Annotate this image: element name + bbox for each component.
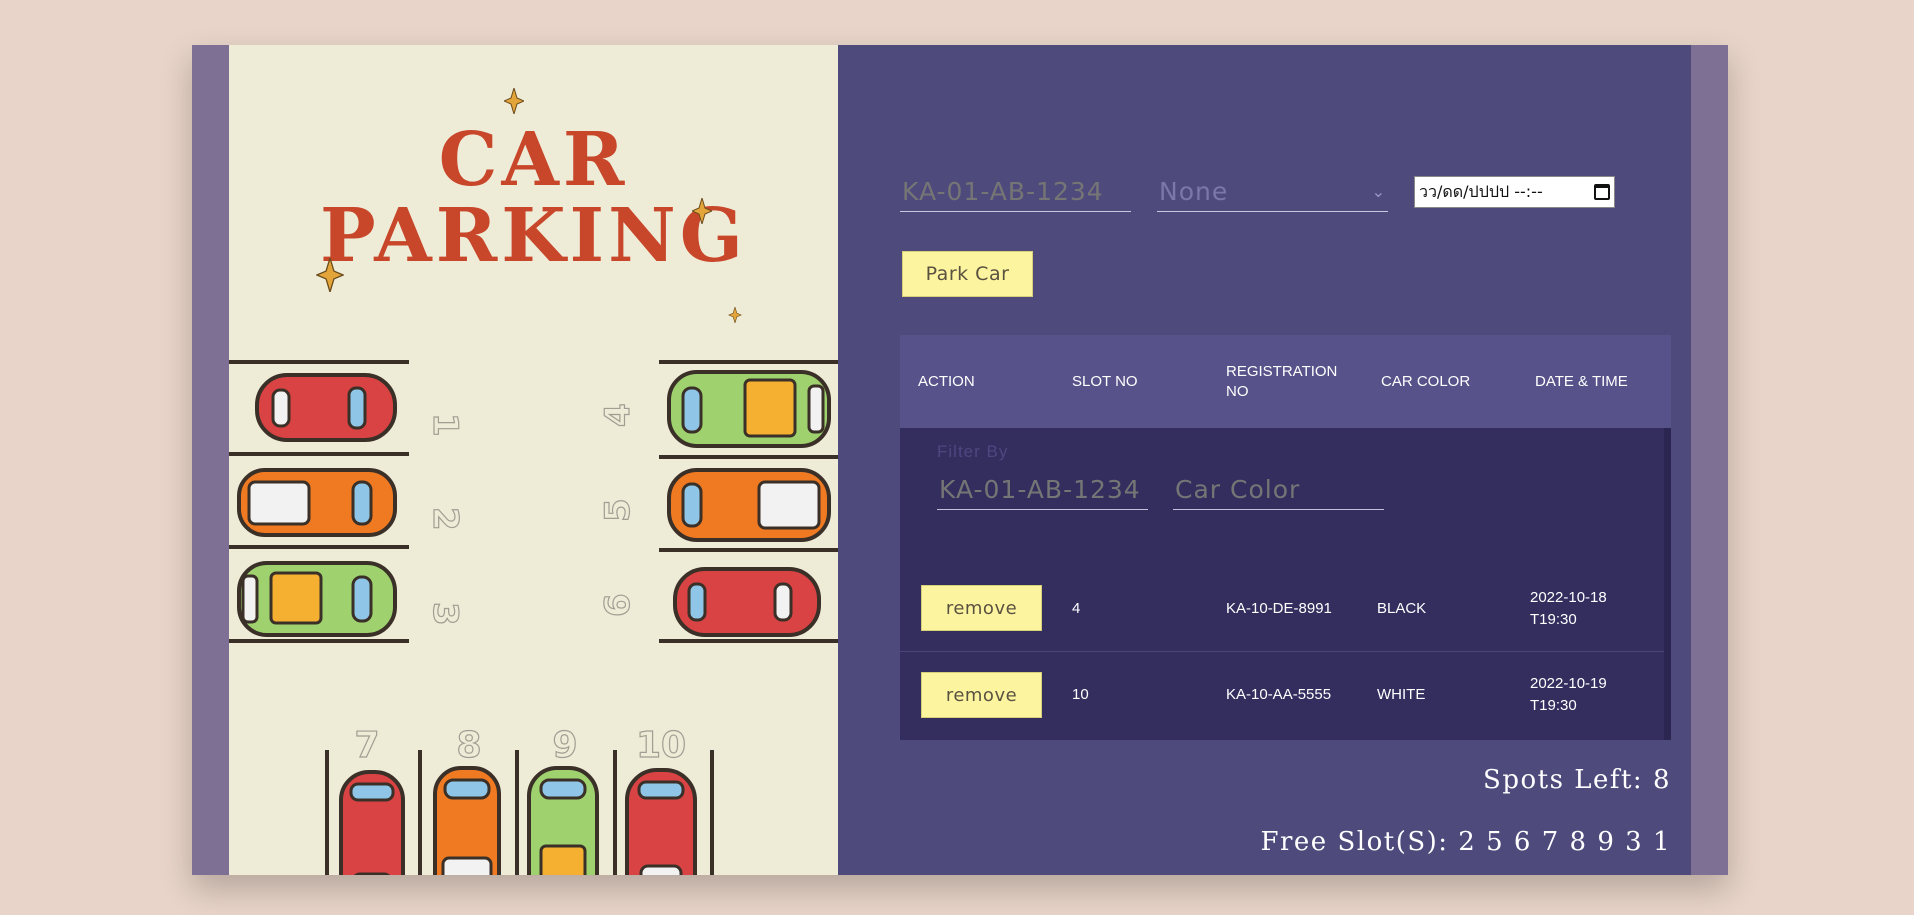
registration-input[interactable] <box>900 172 1131 212</box>
park-car-button[interactable]: Park Car <box>902 251 1033 297</box>
datetime-cell: 2022-10-19T19:30 <box>1530 675 1607 714</box>
datetime-value: วว/ดด/ปปปป --:-- <box>1419 181 1543 201</box>
registration-cell: KA-10-DE-8991 <box>1226 600 1332 617</box>
table-scrollbar[interactable] <box>1664 428 1671 740</box>
car-icon <box>339 770 405 875</box>
remove-button[interactable]: remove <box>921 585 1042 631</box>
slot-label: 6 <box>598 593 638 617</box>
car-icon <box>527 766 599 875</box>
calendar-icon[interactable] <box>1594 184 1610 200</box>
parking-lot-illustration: 1 2 3 4 5 6 7 8 9 10 <box>229 360 838 875</box>
sparkle-icon <box>692 198 712 224</box>
remove-button[interactable]: remove <box>921 672 1042 718</box>
filter-color-input[interactable] <box>1173 470 1384 510</box>
datetime-cell: 2022-10-18T19:30 <box>1530 589 1607 628</box>
color-cell: WHITE <box>1377 686 1426 703</box>
slot-cell: 10 <box>1072 686 1089 703</box>
slot-label: 9 <box>552 725 577 766</box>
car-icon <box>625 768 697 875</box>
sparkle-icon <box>504 88 524 114</box>
car-icon <box>667 370 831 448</box>
sparkle-icon <box>316 258 344 292</box>
filter-label: Filter By <box>937 442 1009 461</box>
parked-cars-table: ACTION SLOT NO REGISTRATION NO CAR COLOR… <box>900 335 1671 740</box>
slot-label: 8 <box>456 725 481 766</box>
color-cell: BLACK <box>1377 600 1427 617</box>
slot-label: 5 <box>598 498 638 522</box>
datetime-input[interactable]: วว/ดด/ปปปป --:-- <box>1414 176 1615 208</box>
slot-cell: 4 <box>1072 600 1081 617</box>
car-icon <box>255 373 397 442</box>
table-row: remove 10 KA-10-AA-5555 WHITE 2022-10-19… <box>900 656 1664 738</box>
header-car-color: CAR COLOR <box>1381 372 1471 390</box>
chevron-down-icon: ⌄ <box>1371 182 1386 201</box>
header-registration-no: REGISTRATION NO <box>1226 362 1338 400</box>
slot-label: 4 <box>598 403 638 427</box>
free-slots-text: Free Slot(S): 2 5 6 7 8 9 3 1 <box>1260 827 1671 857</box>
table-body: Filter By remove 4 KA-10-DE-8991 BLACK 2… <box>900 428 1671 740</box>
header-action: ACTION <box>918 372 975 390</box>
car-icon <box>237 468 397 537</box>
slot-label: 1 <box>425 413 465 437</box>
title-line-1: CAR <box>438 117 629 203</box>
car-icon <box>667 468 831 542</box>
header-date-time: DATE & TIME <box>1535 372 1628 390</box>
car-icon <box>673 567 821 637</box>
control-panel: None ⌄ วว/ดด/ปปปป --:-- Park Car ACTION … <box>838 45 1691 875</box>
car-color-select[interactable]: None ⌄ <box>1157 172 1388 212</box>
slot-label: 3 <box>425 602 465 626</box>
parking-illustration-panel: CAR PARKING 1 2 3 4 5 6 7 8 9 10 <box>229 45 838 875</box>
header-slot-no: SLOT NO <box>1072 372 1138 390</box>
table-row: remove 4 KA-10-DE-8991 BLACK 2022-10-18T… <box>900 570 1664 652</box>
car-color-select-value: None <box>1159 177 1229 206</box>
slot-label: 2 <box>425 507 465 531</box>
car-icon <box>237 561 397 637</box>
slot-label: 10 <box>636 725 686 766</box>
registration-cell: KA-10-AA-5555 <box>1226 686 1332 703</box>
table-header: ACTION SLOT NO REGISTRATION NO CAR COLOR… <box>900 335 1671 428</box>
filter-registration-input[interactable] <box>937 470 1148 510</box>
spots-left-text: Spots Left: 8 <box>1483 765 1671 795</box>
slot-label: 7 <box>354 725 379 766</box>
car-icon <box>433 766 501 875</box>
